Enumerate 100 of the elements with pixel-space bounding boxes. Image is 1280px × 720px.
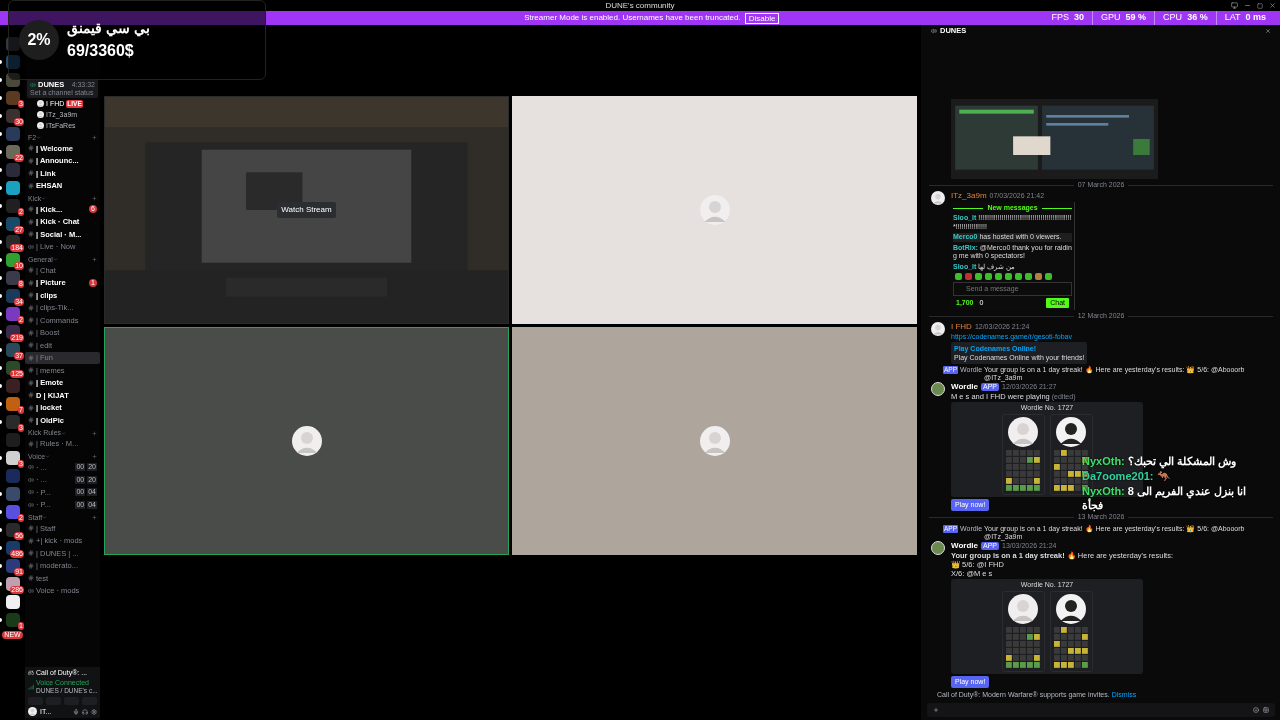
- hash-icon: [28, 537, 34, 544]
- gamepad-icon: [28, 670, 34, 676]
- speaker-icon: [28, 243, 34, 250]
- video-tile[interactable]: Watch Stream: [104, 95, 509, 324]
- stat-value: 59 %: [1125, 11, 1147, 25]
- hash-icon: [28, 304, 34, 311]
- hash-icon: [28, 206, 34, 213]
- stat-label: FPS: [1051, 11, 1070, 25]
- avatar: [1056, 594, 1086, 624]
- speaker-icon: [28, 476, 34, 483]
- avatar: [291, 425, 322, 456]
- hash-icon: [28, 157, 34, 164]
- avatar: [37, 111, 44, 118]
- speaker-icon: [28, 587, 34, 594]
- hash-icon: [28, 392, 34, 399]
- add-channel-icon[interactable]: [92, 430, 97, 436]
- add-channel-icon[interactable]: [92, 257, 97, 262]
- hash-icon: [28, 170, 34, 177]
- speaker-icon: [30, 81, 36, 88]
- hash-icon: [28, 404, 34, 411]
- video-tile[interactable]: [512, 326, 917, 555]
- wordle-avatar: [931, 541, 945, 555]
- hash-icon: [28, 440, 34, 447]
- signal-icon: [28, 684, 34, 690]
- author-name: Wordle: [951, 382, 978, 392]
- avatar: [1008, 594, 1038, 624]
- hash-icon: [28, 417, 34, 424]
- settings-icon[interactable]: [91, 708, 97, 715]
- hash-icon: [28, 279, 34, 286]
- avatar: [931, 191, 945, 205]
- avatar: [37, 100, 44, 107]
- hash-icon: [28, 317, 34, 324]
- hash-icon: [28, 231, 34, 238]
- video-tile[interactable]: [512, 95, 917, 324]
- chevron-icon: [41, 196, 47, 201]
- add-channel-icon[interactable]: [92, 454, 97, 459]
- wordle-avatar: [931, 382, 945, 396]
- hash-icon: [28, 367, 34, 374]
- close-icon[interactable]: [1265, 27, 1271, 34]
- server-icon[interactable]: [6, 451, 20, 465]
- stat-value: 0 ms: [1245, 11, 1266, 25]
- hash-icon: [28, 550, 34, 557]
- author-name: Wordle: [951, 541, 978, 551]
- speaker-icon: [28, 501, 34, 508]
- maximize-icon[interactable]: [1257, 2, 1263, 9]
- speaker-icon: [28, 489, 34, 496]
- hash-icon: [28, 292, 34, 299]
- stat-label: LAT: [1224, 11, 1241, 25]
- microphone-icon[interactable]: [73, 708, 79, 715]
- video-tile[interactable]: [104, 326, 509, 555]
- author-name: I FHD: [951, 322, 972, 332]
- hash-icon: [28, 342, 34, 349]
- stat-value: 30: [1074, 11, 1085, 25]
- add-channel-icon[interactable]: [92, 135, 97, 140]
- stream-chat-line: Da7oome201: 🦘: [1082, 469, 1171, 483]
- minimize-icon[interactable]: [1244, 2, 1251, 9]
- window-title: DUNE's community: [605, 0, 675, 11]
- headphones-icon[interactable]: [82, 708, 88, 715]
- hash-icon: [28, 575, 34, 582]
- hash-icon: [28, 329, 34, 336]
- hash-icon: [28, 562, 34, 569]
- avatar: [28, 707, 37, 716]
- progress-percent: 2%: [27, 30, 51, 50]
- hash-icon: [28, 145, 34, 152]
- avatar: [1056, 417, 1086, 447]
- avatar: [931, 322, 945, 336]
- add-channel-icon[interactable]: [92, 515, 97, 520]
- chevron-icon: [52, 257, 58, 262]
- author-name: ITz_3a9m: [951, 191, 987, 201]
- hash-icon: [28, 218, 34, 225]
- chevron-icon: [42, 515, 48, 520]
- chevron-icon: [36, 135, 42, 140]
- goal-title: بي سي قيمنق: [67, 18, 150, 39]
- add-channel-icon[interactable]: [92, 196, 97, 201]
- avatar: [699, 194, 730, 225]
- avatar: [699, 425, 730, 456]
- hash-icon: [28, 354, 34, 361]
- apps-icon[interactable]: [1263, 707, 1269, 713]
- server-icon[interactable]: [6, 595, 20, 609]
- goal-amount: 69/3360$: [67, 40, 135, 61]
- monitor-icon[interactable]: [1231, 2, 1238, 9]
- hash-icon: [28, 267, 34, 274]
- wordle-grid-drawing: [1053, 627, 1089, 669]
- hash-icon: [28, 379, 34, 386]
- avatar: [1008, 417, 1038, 447]
- stat-value: 36 %: [1187, 11, 1208, 25]
- watch-stream-button[interactable]: Watch Stream: [277, 201, 336, 218]
- stat-label: GPU: [1101, 11, 1121, 25]
- add-icon[interactable]: [933, 707, 939, 713]
- speaker-icon: [28, 464, 34, 471]
- close-icon[interactable]: [1269, 2, 1276, 9]
- speaker-icon: [931, 27, 937, 34]
- chevron-icon: [61, 430, 67, 436]
- avatar: [37, 122, 44, 129]
- emoji-icon[interactable]: [1253, 707, 1259, 713]
- hash-icon: [28, 525, 34, 532]
- streamer-mode-message: Streamer Mode is enabled. Usernames have been truncated.: [524, 13, 741, 23]
- disable-button[interactable]: Disable: [744, 12, 780, 24]
- chevron-icon: [45, 454, 51, 459]
- wordle-grid-drawing: [1005, 627, 1041, 669]
